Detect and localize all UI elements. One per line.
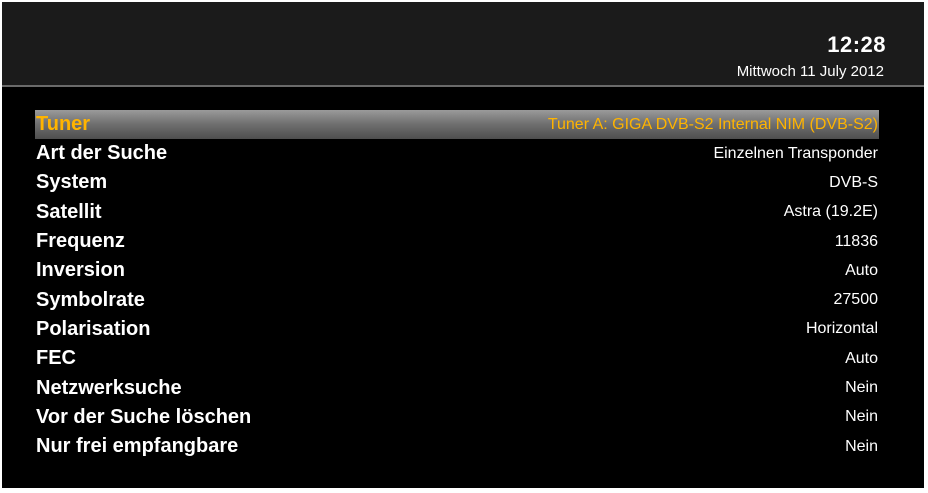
setting-row-satellit[interactable]: Satellit Astra (19.2E) <box>2 198 924 227</box>
setting-label: Art der Suche <box>36 142 168 165</box>
setting-row-frequenz[interactable]: Frequenz 11836 <box>2 227 924 256</box>
setting-label: Nur frei empfangbare <box>36 435 239 458</box>
setting-row-netzwerksuche[interactable]: Netzwerksuche Nein <box>2 373 924 402</box>
setting-value: Auto <box>845 261 878 279</box>
setting-value: Nein <box>845 437 878 455</box>
setting-value: Nein <box>845 408 878 426</box>
setting-value: Auto <box>845 349 878 367</box>
setting-value: Einzelnen Transponder <box>713 144 878 162</box>
setting-value: DVB-S <box>829 173 878 191</box>
setting-row-vor-der-suche-loeschen[interactable]: Vor der Suche löschen Nein <box>2 403 924 432</box>
setting-row-tuner[interactable]: Tuner Tuner A: GIGA DVB-S2 Internal NIM … <box>35 110 879 139</box>
setting-value: 27500 <box>833 291 879 309</box>
setting-row-symbolrate[interactable]: Symbolrate 27500 <box>2 285 924 314</box>
setting-row-inversion[interactable]: Inversion Auto <box>2 256 924 285</box>
setting-label: Polarisation <box>36 317 151 340</box>
setting-value: Horizontal <box>805 320 878 338</box>
setting-value: Nein <box>845 379 878 397</box>
clock: 12:28 <box>827 32 886 57</box>
setting-value: Astra (19.2E) <box>783 203 878 221</box>
header-bar: 12:28 Mittwoch 11 July 2012 <box>2 2 924 85</box>
date: Mittwoch 11 July 2012 <box>736 63 884 80</box>
setting-row-art-der-suche[interactable]: Art der Suche Einzelnen Transponder <box>2 139 924 168</box>
setting-value: 11836 <box>834 232 878 250</box>
setting-row-fec[interactable]: FEC Auto <box>2 344 924 373</box>
setting-row-polarisation[interactable]: Polarisation Horizontal <box>2 315 924 344</box>
setting-label: Tuner <box>36 113 91 135</box>
setting-row-nur-frei-empfangbare[interactable]: Nur frei empfangbare Nein <box>2 432 924 461</box>
setting-label: System <box>36 171 108 194</box>
setting-label: FEC <box>36 347 76 370</box>
header-divider <box>2 85 924 87</box>
setting-label: Inversion <box>36 259 125 282</box>
setting-label: Satellit <box>36 200 102 223</box>
setting-label: Symbolrate <box>36 288 145 311</box>
setting-row-system[interactable]: System DVB-S <box>2 168 924 197</box>
setting-label: Vor der Suche löschen <box>36 405 252 428</box>
setting-value: Tuner A: GIGA DVB-S2 Internal NIM (DVB-S… <box>547 115 878 133</box>
settings-list: Tuner Tuner A: GIGA DVB-S2 Internal NIM … <box>2 110 924 461</box>
setting-label: Frequenz <box>36 230 125 253</box>
tv-screen: 12:28 Mittwoch 11 July 2012 Tuner Tuner … <box>2 2 924 488</box>
setting-label: Netzwerksuche <box>36 376 182 399</box>
